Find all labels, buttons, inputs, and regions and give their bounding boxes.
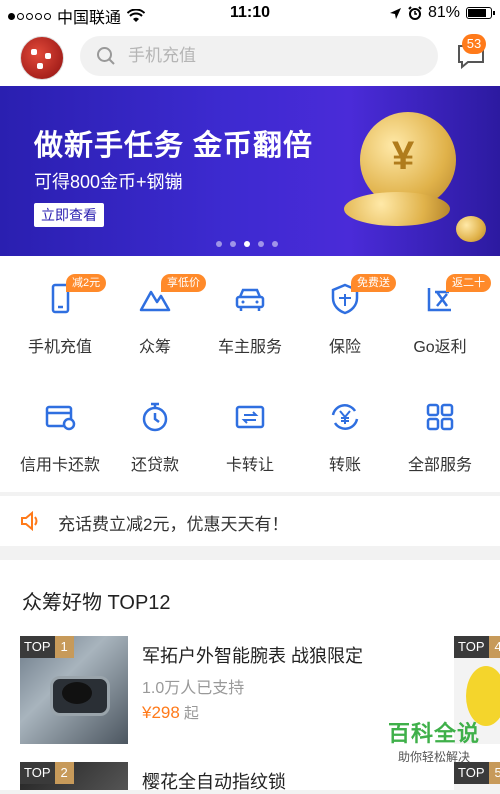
yen-mark: ¥ (392, 134, 415, 178)
service-transfer[interactable]: 转账 (295, 400, 395, 475)
search-icon (97, 47, 115, 65)
service-crowdfunding[interactable]: 享低价 众筹 (105, 274, 206, 357)
yen-transfer-icon (331, 404, 359, 430)
service-loan-repay[interactable]: 还贷款 (105, 400, 205, 475)
banner-subtitle: 可得800金币+钢镚 (34, 172, 183, 192)
watermark-logo: 百科全说 助你轻松解决 (387, 721, 480, 764)
product-price: ¥298 起 (142, 703, 199, 722)
search-bar[interactable] (80, 36, 438, 76)
service-label: Go返利 (413, 339, 467, 356)
small-coin-graphic (456, 216, 486, 242)
car-icon (235, 288, 265, 311)
top-header: 53 (0, 28, 500, 86)
alarm-icon (408, 6, 422, 20)
service-label: 转账 (328, 457, 361, 474)
service-tag: 减2元 (66, 274, 107, 292)
service-tag: 返二十 (446, 274, 491, 292)
service-credit-card-repay[interactable]: 信用卡还款 (10, 400, 110, 475)
location-arrow-icon (389, 7, 401, 19)
banner-pager (216, 241, 278, 247)
service-label: 信用卡还款 (19, 457, 100, 474)
status-bar: 中国联通 11:10 81% (0, 0, 500, 28)
stopwatch-icon (142, 402, 168, 432)
service-label: 保险 (328, 339, 361, 356)
service-go-rebate[interactable]: 返二十 Go返利 (390, 274, 491, 357)
rank-badge: TOP 2 (20, 762, 74, 784)
service-card-transfer[interactable]: 卡转让 (200, 400, 300, 475)
section-title: 众筹好物 TOP12 (22, 592, 171, 614)
coin-stack-graphic (344, 192, 450, 226)
service-car-owner[interactable]: 车主服务 (200, 282, 300, 357)
service-label: 还贷款 (130, 457, 179, 474)
next-column-item[interactable]: TOP 5 (454, 762, 500, 790)
grid-icon (426, 403, 454, 431)
battery-icon (466, 7, 495, 19)
rank-badge: TOP 1 (20, 636, 74, 658)
notice-bar[interactable]: 充话费立减2元，优惠天天有！ (0, 496, 500, 546)
service-label: 手机充值 (27, 339, 92, 356)
credit-card-icon (45, 405, 76, 431)
rank-badge: TOP 4 (454, 636, 500, 658)
pager-dot[interactable] (230, 241, 236, 247)
promo-banner[interactable]: ¥ 做新手任务 金币翻倍 可得800金币+钢镚 立即查看 (0, 86, 500, 256)
service-label: 卡转让 (225, 457, 274, 474)
banner-title: 做新手任务 金币翻倍 (34, 130, 314, 162)
service-grid: 减2元 手机充值 享低价 众筹 车主服务 免费送 保险 返二十 Go返利 信用卡… (0, 256, 500, 492)
search-input[interactable] (126, 45, 410, 67)
service-label: 众筹 (138, 339, 171, 356)
pager-dot[interactable] (258, 241, 264, 247)
battery-percent: 81% (427, 4, 460, 21)
supporters-count: 1.0万人已支持 (142, 680, 245, 697)
notice-text: 充话费立减2元，优惠天天有！ (58, 515, 289, 534)
product-name: 樱花全自动指纹锁 (142, 772, 286, 792)
service-all[interactable]: 全部服务 (390, 400, 490, 475)
pager-dot[interactable] (216, 241, 222, 247)
card-transfer-icon (235, 405, 265, 429)
speaker-icon (21, 511, 38, 531)
product-name: 军拓户外智能腕表 战狼限定 (142, 646, 363, 666)
rank-badge: TOP 5 (454, 762, 500, 784)
pager-dot[interactable] (244, 241, 250, 247)
service-insurance[interactable]: 免费送 保险 (295, 274, 396, 357)
message-badge: 53 (462, 34, 486, 54)
service-label: 全部服务 (407, 457, 472, 474)
avatar[interactable] (20, 36, 64, 80)
banner-cta-button[interactable]: 立即查看 (34, 203, 104, 227)
pager-dot[interactable] (272, 241, 278, 247)
service-phone-recharge[interactable]: 减2元 手机充值 (10, 274, 110, 357)
service-label: 车主服务 (217, 339, 282, 356)
